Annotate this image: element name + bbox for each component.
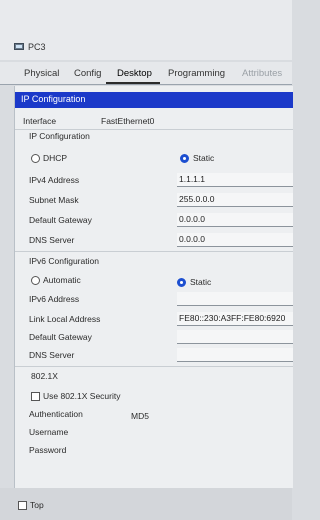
authentication-label: Authentication <box>29 409 83 419</box>
ipv6-dns-server-label: DNS Server <box>29 350 75 360</box>
divider <box>15 251 293 252</box>
title-bar: PC3 <box>0 0 292 60</box>
interface-label: Interface <box>23 116 57 126</box>
dns-server-input[interactable]: 0.0.0.0 <box>177 233 293 247</box>
dot1x-section-label: 802.1X <box>31 371 58 381</box>
ipv4-address-input[interactable]: 1.1.1.1 <box>177 173 293 187</box>
ipv6-section-label: IPv6 Configuration <box>29 256 99 266</box>
top-checkbox[interactable] <box>18 501 27 510</box>
divider <box>15 129 293 130</box>
ipv6-static-label: Static <box>190 277 212 287</box>
username-label: Username <box>29 427 69 437</box>
ipv4-address-label: IPv4 Address <box>29 175 80 185</box>
ip-configuration-header: IP Configuration <box>15 92 293 108</box>
ipv6-automatic-label: Automatic <box>43 275 81 285</box>
ipv4-section-label: IP Configuration <box>29 131 90 141</box>
tab-physical[interactable]: Physical <box>24 68 59 79</box>
link-local-input[interactable]: FE80::230:A3FF:FE80:6920 <box>177 312 293 326</box>
default-gateway-label: Default Gateway <box>29 215 92 225</box>
ipv6-dns-server-input[interactable] <box>177 348 293 362</box>
dns-server-label: DNS Server <box>29 235 75 245</box>
tab-attributes[interactable]: Attributes <box>242 68 282 79</box>
password-label: Password <box>29 445 67 455</box>
ipv6-address-input[interactable] <box>177 292 293 306</box>
divider <box>15 366 293 367</box>
ipv6-automatic-radio[interactable] <box>31 276 40 285</box>
dhcp-label: DHCP <box>43 153 68 163</box>
window-title: PC3 <box>28 42 46 52</box>
password-input[interactable] <box>131 443 293 457</box>
ipv6-default-gateway-input[interactable] <box>177 330 293 344</box>
ipv6-static-radio[interactable] <box>177 278 186 287</box>
ip-configuration-title: IP Configuration <box>21 94 86 104</box>
authentication-select[interactable]: MD5 <box>131 411 149 421</box>
active-tab-indicator <box>106 82 160 84</box>
ipv4-static-label: Static <box>193 153 215 163</box>
top-label: Top <box>30 500 44 510</box>
ipv6-default-gateway-label: Default Gateway <box>29 332 92 342</box>
ip-configuration-panel: IP Configuration Interface FastEthernet0… <box>14 86 293 488</box>
dhcp-radio[interactable] <box>31 154 40 163</box>
tab-programming[interactable]: Programming <box>168 68 225 79</box>
ipv4-static-radio[interactable] <box>180 154 189 163</box>
link-local-label: Link Local Address <box>29 314 101 324</box>
interface-select[interactable]: FastEthernet0 <box>101 116 154 126</box>
use-8021x-label: Use 802.1X Security <box>43 391 121 401</box>
tab-bar: Physical Config Desktop Programming Attr… <box>0 62 292 85</box>
default-gateway-input[interactable]: 0.0.0.0 <box>177 213 293 227</box>
tab-desktop[interactable]: Desktop <box>117 68 152 79</box>
subnet-mask-label: Subnet Mask <box>29 195 79 205</box>
subnet-mask-input[interactable]: 255.0.0.0 <box>177 193 293 207</box>
use-8021x-checkbox[interactable] <box>31 392 40 401</box>
ipv6-address-label: IPv6 Address <box>29 294 80 304</box>
username-input[interactable] <box>131 425 293 439</box>
pc-icon <box>14 43 24 50</box>
footer-bar: Top <box>0 488 292 520</box>
tab-config[interactable]: Config <box>74 68 101 79</box>
